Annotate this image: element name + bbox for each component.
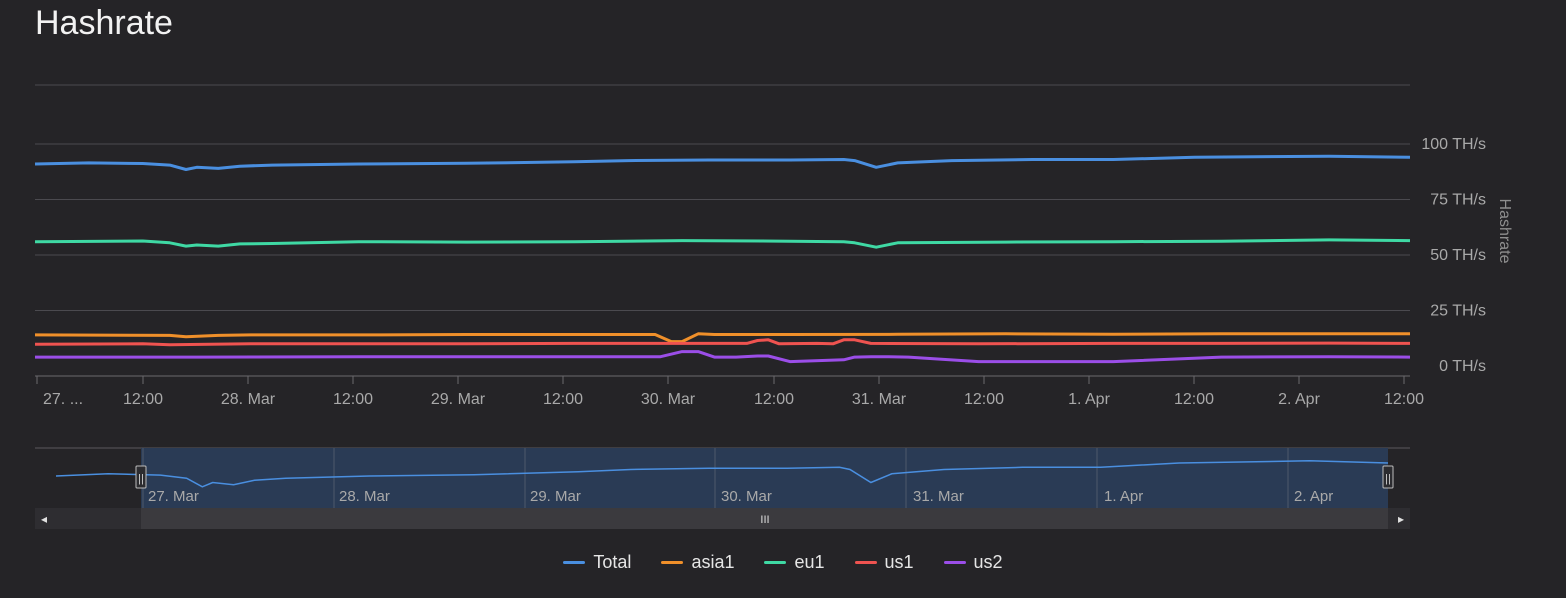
x-tick-label: 12:00 [754,391,794,408]
y-axis-label: Hashrate [1496,199,1513,264]
series-line-asia1[interactable] [34,332,1410,344]
x-tick-label: 2. Apr [1278,391,1320,408]
series-line-us2[interactable] [35,350,1411,364]
x-tick-label: 29. Mar [431,391,486,408]
legend-item-us1[interactable]: us1 [854,552,914,573]
navigator-label: 29. Mar [530,488,581,505]
navigator-label: 27. Mar [148,488,199,505]
scrollbar[interactable]: ◂ ▸ III [35,508,1410,529]
x-tick-label: 12:00 [964,391,1004,408]
y-tick-label: 50 TH/s [1430,247,1486,264]
legend-swatch [764,561,787,564]
legend-label: us1 [884,552,914,572]
handle-grip: || [138,473,144,485]
grid-lines [35,84,1410,377]
handle-grip: || [1385,473,1391,485]
x-axis: 27. ... 12:00 28. Mar 12:00 29. Mar 12:00 30. … [36,376,1424,408]
x-tick-label: 12:00 [543,391,583,408]
x-tick-label: 30. Mar [641,391,696,408]
y-axis-ticks: 0 TH/s 25 TH/s 50 TH/s 75 TH/s 100 TH/s [1421,136,1486,375]
series-lines[interactable] [34,154,1411,364]
y-tick-label: 75 TH/s [1430,192,1486,209]
legend-swatch [854,561,877,564]
navigator-label: 30. Mar [721,488,772,505]
legend-item-Total[interactable]: Total [563,552,631,573]
legend: Total asia1 eu1 us1 us2 [0,552,1566,573]
x-tick-label: 31. Mar [852,391,907,408]
navigator-right-handle[interactable]: || [1382,465,1394,489]
navigator-label: 28. Mar [339,488,390,505]
y-tick-label: 100 TH/s [1421,136,1486,153]
navigator-label: 1. Apr [1104,488,1143,505]
legend-label: eu1 [794,552,825,572]
x-tick-label: 12:00 [333,391,373,408]
x-tick-label: 12:00 [123,391,163,408]
legend-item-eu1[interactable]: eu1 [764,552,825,573]
x-tick-label: 28. Mar [221,391,276,408]
legend-label: us2 [973,552,1003,572]
scrollbar-grip: III [760,514,769,526]
navigator[interactable]: 27. Mar 28. Mar 29. Mar 30. Mar 31. Mar 1. Ap… [35,447,1410,508]
navigator-label: 31. Mar [913,488,964,505]
x-tick-label: 12:00 [1174,391,1214,408]
scroll-right-button[interactable]: ▸ [1398,512,1404,526]
navigator-left-handle[interactable]: || [135,465,147,489]
legend-item-asia1[interactable]: asia1 [661,552,734,573]
navigator-label: 2. Apr [1294,488,1333,505]
legend-swatch [943,561,966,564]
y-tick-label: 25 TH/s [1430,303,1486,320]
scroll-left-button[interactable]: ◂ [41,512,47,526]
series-line-Total[interactable] [34,154,1411,171]
x-tick-label: 1. Apr [1068,391,1110,408]
legend-item-us2[interactable]: us2 [943,552,1003,573]
legend-label: Total [593,552,632,572]
series-line-us1[interactable] [34,338,1411,347]
legend-swatch [661,561,684,564]
series-line-eu1[interactable] [34,238,1411,249]
y-tick-label: 0 TH/s [1439,358,1486,375]
x-tick-label: 27. ... [43,391,83,408]
hashrate-chart: 0 TH/s 25 TH/s 50 TH/s 75 TH/s 100 TH/s Hash… [34,84,1513,529]
legend-label: asia1 [691,552,735,572]
legend-swatch [563,561,586,564]
x-tick-label: 12:00 [1384,391,1424,408]
